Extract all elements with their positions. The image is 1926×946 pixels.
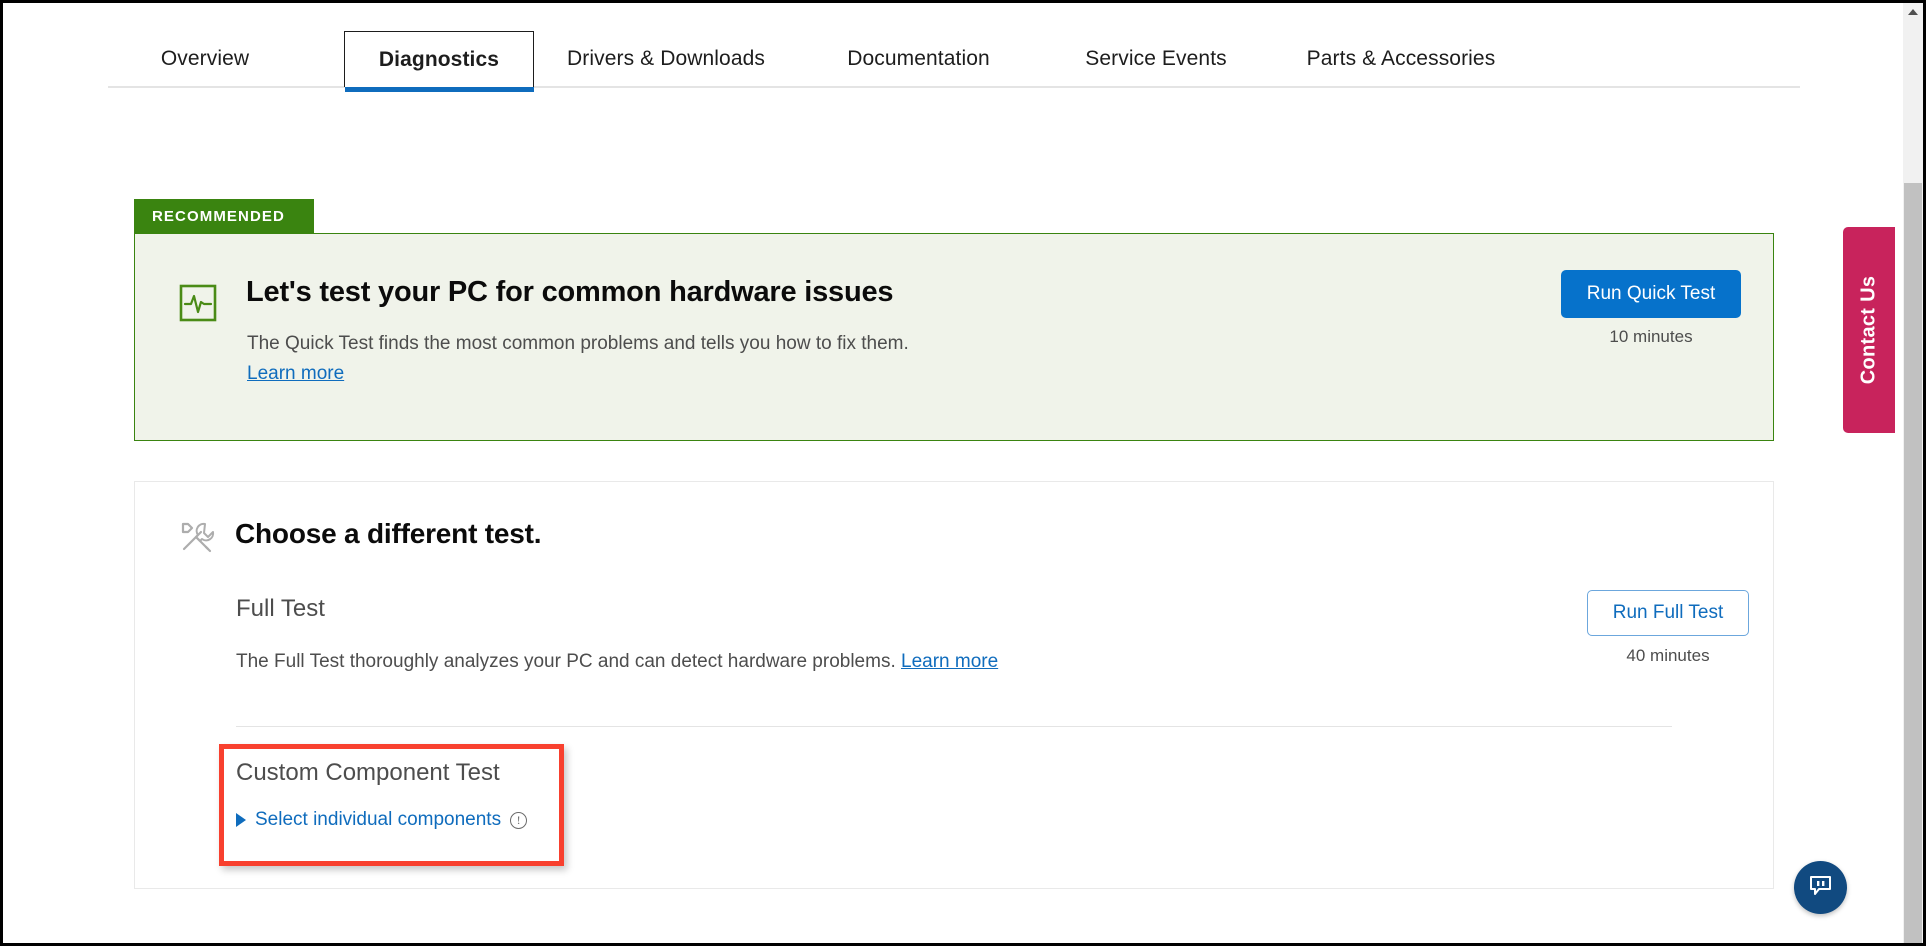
quick-test-title: Let's test your PC for common hardware i… <box>246 276 893 309</box>
scrollbar-thumb[interactable] <box>1904 183 1922 943</box>
quick-test-card: Let's test your PC for common hardware i… <box>134 233 1774 441</box>
tab-documentation[interactable]: Documentation <box>826 33 1011 85</box>
scroll-up-arrow-icon[interactable] <box>1903 3 1923 21</box>
choose-different-test-title: Choose a different test. <box>235 518 541 550</box>
browser-viewport: Overview Diagnostics Drivers & Downloads… <box>0 0 1926 946</box>
tab-parts-accessories-label: Parts & Accessories <box>1307 47 1496 71</box>
select-individual-components-label: Select individual components <box>255 809 501 831</box>
custom-component-test-name: Custom Component Test <box>236 759 500 787</box>
quick-test-duration: 10 minutes <box>1561 327 1741 347</box>
chat-widget-button[interactable] <box>1794 861 1847 914</box>
chat-bubble-icon <box>1807 872 1834 904</box>
card-divider <box>236 726 1672 727</box>
full-test-description: The Full Test thoroughly analyzes your P… <box>236 651 998 673</box>
recommended-badge-label: RECOMMENDED <box>152 208 285 225</box>
tab-service-events-label: Service Events <box>1085 47 1226 71</box>
quick-test-description: The Quick Test finds the most common pro… <box>247 333 909 355</box>
product-tab-bar: Overview Diagnostics Drivers & Downloads… <box>3 3 1895 89</box>
tab-overview-label: Overview <box>161 47 249 71</box>
full-test-name: Full Test <box>236 595 325 623</box>
select-individual-components-link[interactable]: Select individual components ! <box>236 809 527 831</box>
tab-drivers-downloads[interactable]: Drivers & Downloads <box>551 33 781 85</box>
full-test-learn-more-link[interactable]: Learn more <box>901 651 998 672</box>
full-test-duration: 40 minutes <box>1587 646 1749 666</box>
contact-us-tab[interactable]: Contact Us <box>1843 227 1895 433</box>
contact-us-tab-label: Contact Us <box>1858 276 1881 385</box>
full-test-description-text: The Full Test thoroughly analyzes your P… <box>236 651 901 672</box>
tab-drivers-downloads-label: Drivers & Downloads <box>567 47 765 71</box>
choose-different-test-card: Choose a different test. Full Test The F… <box>134 481 1774 889</box>
recommended-badge: RECOMMENDED <box>134 199 314 233</box>
tab-overview[interactable]: Overview <box>108 33 302 85</box>
page-scrollbar[interactable] <box>1903 3 1923 943</box>
tab-diagnostics[interactable]: Diagnostics <box>344 31 534 87</box>
run-full-test-button[interactable]: Run Full Test <box>1587 590 1749 636</box>
quick-test-learn-more-link[interactable]: Learn more <box>247 363 344 385</box>
tab-documentation-label: Documentation <box>847 47 990 71</box>
tab-parts-accessories[interactable]: Parts & Accessories <box>1291 33 1511 85</box>
run-quick-test-button[interactable]: Run Quick Test <box>1561 270 1741 318</box>
caret-right-icon <box>236 813 246 827</box>
tab-diagnostics-label: Diagnostics <box>379 48 499 72</box>
tab-service-events[interactable]: Service Events <box>1066 33 1246 85</box>
tools-icon <box>176 517 216 557</box>
pulse-monitor-icon <box>179 284 217 322</box>
info-icon[interactable]: ! <box>510 812 527 829</box>
